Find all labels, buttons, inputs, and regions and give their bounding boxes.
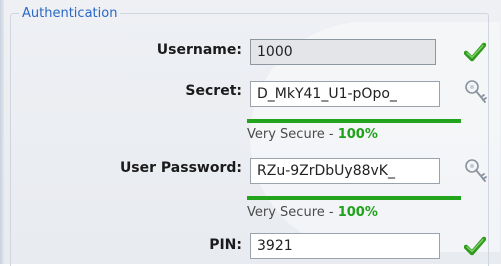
key-icon[interactable] — [463, 78, 489, 110]
user-password-strength-label: Very Secure - — [247, 205, 338, 220]
secret-strength-bar — [247, 119, 461, 123]
section-legend: Authentication — [22, 6, 118, 21]
key-icon[interactable] — [463, 157, 489, 189]
secret-strength-text: Very Secure - 100% — [247, 127, 378, 142]
user-password-label: User Password: — [119, 160, 242, 176]
user-password-strength-value: 100% — [337, 205, 378, 220]
pin-field[interactable]: 3921 — [250, 233, 440, 259]
pin-label: PIN: — [209, 237, 242, 253]
username-label: Username: — [156, 42, 242, 58]
panel-left-edge — [0, 0, 4, 264]
user-password-strength-text: Very Secure - 100% — [247, 205, 378, 220]
user-password-strength-bar — [247, 196, 461, 200]
check-icon — [463, 42, 487, 66]
check-icon — [463, 236, 487, 260]
secret-label: Secret: — [185, 83, 242, 99]
username-field[interactable]: 1000 — [250, 39, 436, 65]
secret-strength-value: 100% — [337, 127, 378, 142]
secret-field[interactable]: D_MkY41_U1-pOpo_ — [250, 81, 440, 107]
secret-strength-label: Very Secure - — [247, 127, 338, 142]
user-password-field[interactable]: RZu-9ZrDbUy88vK_ — [250, 158, 440, 184]
settings-panel: Authentication Username: 1000 Secret: D_… — [0, 0, 501, 266]
